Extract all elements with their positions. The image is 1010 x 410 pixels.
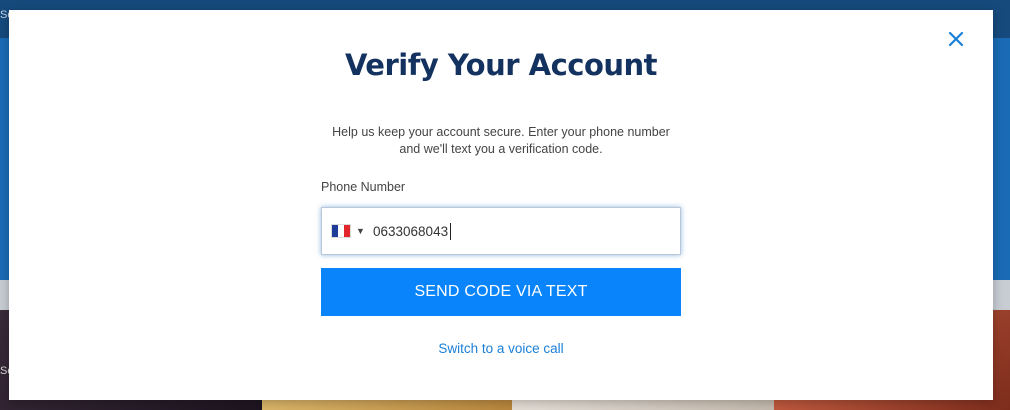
country-code-select[interactable]: ▼ [331, 223, 367, 239]
text-cursor [450, 223, 451, 240]
verify-account-modal: Verify Your Account Help us keep your ac… [9, 10, 993, 400]
phone-number-field[interactable]: ▼ [321, 207, 681, 255]
caret-down-icon: ▼ [356, 226, 365, 236]
close-icon [948, 31, 964, 47]
close-button[interactable] [947, 30, 965, 48]
modal-description: Help us keep your account secure. Enter … [332, 125, 670, 156]
france-flag-icon [331, 224, 351, 238]
switch-to-voice-call-link[interactable]: Switch to a voice call [9, 341, 993, 356]
send-code-button[interactable]: SEND CODE VIA TEXT [321, 268, 681, 316]
phone-number-label: Phone Number [321, 180, 406, 194]
modal-title: Verify Your Account [344, 48, 658, 82]
phone-number-input[interactable] [373, 222, 663, 240]
